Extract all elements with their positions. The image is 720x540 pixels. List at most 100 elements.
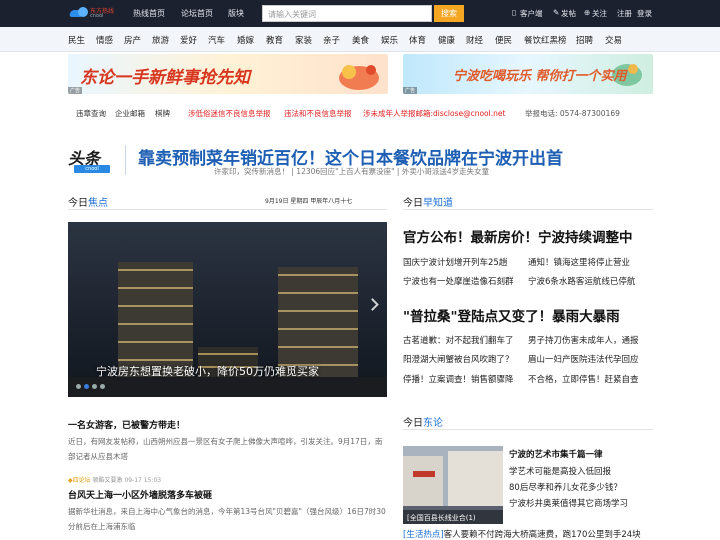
- carousel-caption[interactable]: 宁波房东想置换老破小，降价50万仍难觅买家: [96, 363, 319, 379]
- follow-link[interactable]: 关注: [592, 8, 607, 19]
- news-link[interactable]: 宁波也有一处摩崖造像石刻群: [403, 275, 514, 287]
- news-link[interactable]: 通知！镇海这里将停止营业: [528, 256, 630, 268]
- search-button[interactable]: 搜索: [434, 5, 464, 22]
- today-date: 9月19日 星期四 甲辰年八月十七: [265, 198, 353, 205]
- cat-item[interactable]: 汽车: [208, 34, 225, 46]
- cat-item[interactable]: 交易: [605, 34, 622, 46]
- story-desc: 近日，有网友发帖称，山西朔州应县一景区有女子爬上佛像大声喧哗，引发关注。9月17…: [68, 437, 383, 461]
- cat-item[interactable]: 教育: [266, 34, 283, 46]
- cat-item[interactable]: 家装: [295, 34, 312, 46]
- logo-sub: cnool: [90, 13, 104, 19]
- news-link[interactable]: 宁波6条水路客运航线已停航: [528, 275, 635, 287]
- notice-row: 违章查询 企业邮箱 棋牌 涉低俗迷信不良信息举报 违法和不良信息举报 涉未成年人…: [68, 106, 653, 120]
- news-link[interactable]: 国庆宁波计划增开列车25趟: [403, 256, 507, 268]
- login-link[interactable]: 登录: [637, 8, 652, 19]
- post-link[interactable]: 发帖: [561, 8, 576, 19]
- cat-item[interactable]: 婚嫁: [237, 34, 254, 46]
- cat-item[interactable]: 健康: [438, 34, 455, 46]
- site-logo[interactable]: 东方热线 cnool: [68, 5, 118, 21]
- cat-item[interactable]: 娱乐: [381, 34, 398, 46]
- know-lead-title[interactable]: "普拉桑"登陆点又变了！暴雨大暴雨: [403, 305, 620, 325]
- toutiao-sub: cnool: [74, 165, 110, 173]
- hot-topic-text[interactable]: 客人要赖不付跨海大桥高速费，跑170公里到手24块: [444, 530, 641, 540]
- ad-tag: 广告: [68, 87, 83, 94]
- client-link[interactable]: 客户端: [520, 8, 543, 19]
- nav-home[interactable]: 热线首页: [133, 8, 165, 19]
- cat-item[interactable]: 民生: [68, 34, 85, 46]
- search-input[interactable]: 请输入关键词: [262, 5, 432, 22]
- donglun-item[interactable]: 宁波杉井奥莱值得其它商场学习: [509, 497, 628, 509]
- know-lead-title[interactable]: 官方公布！最新房价！宁波持续调整中: [403, 226, 633, 246]
- ad-banner-left[interactable]: 东论一手新鲜事抢先知 广告: [68, 54, 388, 94]
- carousel-dot[interactable]: [92, 384, 97, 389]
- carousel-dot[interactable]: [76, 384, 81, 389]
- cat-item[interactable]: 财经: [466, 34, 483, 46]
- cat-item[interactable]: 爱好: [180, 34, 197, 46]
- cat-item[interactable]: 情感: [96, 34, 113, 46]
- know-header: 今日早知道: [403, 192, 653, 210]
- donglun-title[interactable]: 宁波的艺术市集千篇一律: [509, 448, 603, 460]
- news-row: 停播！立案调查！销售额骤降 不合格，立即停售！赶紧自查: [403, 373, 653, 387]
- cat-item[interactable]: 餐饮红黑榜: [524, 34, 567, 46]
- toutiao-logo: 头条 cnool: [68, 145, 110, 175]
- nav-forum-home[interactable]: 论坛首页: [181, 8, 213, 19]
- notice-link[interactable]: 棋牌: [155, 108, 170, 119]
- cat-item[interactable]: 旅游: [152, 34, 169, 46]
- story-meta: ◆四论坛 顿酷又要激 09-17 15:03: [68, 475, 161, 484]
- news-row: 阳澄湖大闸蟹被台风吹跑了？ 眉山一妇产医院违法代孕回应: [403, 353, 653, 367]
- report-link[interactable]: 涉低俗迷信不良信息举报: [188, 108, 271, 119]
- news-link[interactable]: 阳澄湖大闸蟹被台风吹跑了？: [403, 353, 514, 365]
- donglun-image[interactable]: [全国百县长线业合(1): [403, 446, 503, 524]
- donglun-heading: 今日东论: [403, 414, 443, 429]
- ad-tag: 广告: [403, 87, 418, 94]
- news-link[interactable]: 不合格，立即停售！赶紧自查: [528, 373, 639, 385]
- news-link[interactable]: 停播！立案调查！销售额骤降: [403, 373, 514, 385]
- know-heading-a: 今日: [403, 198, 423, 209]
- news-link[interactable]: 眉山一妇产医院违法代孕回应: [528, 353, 639, 365]
- banner-right-text: 宁波吃喝玩乐 帮你打一个实用: [453, 69, 627, 84]
- logo-mark-dot: [78, 7, 88, 17]
- donglun-heading-a: 今日: [403, 418, 423, 429]
- cat-item[interactable]: 体育: [409, 34, 426, 46]
- carousel-dot[interactable]: [100, 384, 105, 389]
- follow-icon: ⊕: [584, 8, 591, 17]
- ad-banner-right[interactable]: 宁波吃喝玩乐 帮你打一个实用 广告: [403, 54, 653, 94]
- know-heading: 今日早知道: [403, 194, 453, 209]
- notice-link[interactable]: 违章查询: [76, 108, 106, 119]
- donglun-item[interactable]: 80后尽孝和养儿女花多少钱？: [509, 481, 622, 493]
- forum-tag[interactable]: ◆四论坛: [68, 477, 91, 484]
- cat-item[interactable]: 美食: [352, 34, 369, 46]
- phone-icon: ▯: [512, 8, 517, 17]
- focus-heading: 今日焦点: [68, 194, 108, 209]
- nav-boards[interactable]: 版块: [228, 8, 244, 19]
- donglun-item[interactable]: 学艺术可能是高投入低回报: [509, 465, 611, 477]
- cat-item[interactable]: 招聘: [576, 34, 593, 46]
- pen-icon: ✎: [553, 8, 560, 17]
- story-title[interactable]: 一名女游客，已被警方带走！: [68, 418, 185, 431]
- report-email-link[interactable]: 涉未成年人举报邮箱:disclose@cnool.net: [363, 108, 505, 119]
- focus-heading-a: 今日: [68, 198, 88, 209]
- report-link[interactable]: 违法和不良信息举报: [284, 108, 352, 119]
- donglun-heading-b: 东论: [423, 418, 443, 429]
- register-link[interactable]: 注册: [617, 8, 632, 19]
- notice-link[interactable]: 企业邮箱: [115, 108, 145, 119]
- cat-item[interactable]: 房产: [124, 34, 141, 46]
- cat-item[interactable]: 亲子: [323, 34, 340, 46]
- news-link[interactable]: 古茗道歉：对不起我们翻车了: [403, 334, 514, 346]
- headline-subtitle[interactable]: 许家印，突传新消息！ | 12306回应"上百人有票没座" | 外卖小哥派送4岁…: [214, 166, 489, 177]
- top-bar: 东方热线 cnool 热线首页 论坛首页 版块 请输入关键词 搜索 ▯ 客户端 …: [0, 0, 720, 27]
- focus-carousel[interactable]: 宁波房东想置换老破小，降价50万仍难觅买家: [68, 222, 387, 397]
- focus-heading-b: 焦点: [88, 198, 108, 209]
- story-title[interactable]: 台风天上海一小区外墙脱落多车被砸: [68, 488, 212, 501]
- divider: [125, 145, 126, 175]
- hot-topic-tag[interactable]: [生活热点]: [403, 530, 444, 540]
- carousel-dot[interactable]: [84, 384, 89, 389]
- carousel-dots: [76, 382, 108, 392]
- hot-topic-line: [生活热点]客人要赖不付跨海大桥高速费，跑170公里到手24块: [403, 528, 641, 540]
- news-row: 宁波也有一处摩崖造像石刻群 宁波6条水路客运航线已停航: [403, 275, 653, 289]
- cat-item[interactable]: 便民: [495, 34, 512, 46]
- category-nav: 民生 情感 房产 旅游 爱好 汽车 婚嫁 教育 家装 亲子 美食 娱乐 体育 健…: [0, 27, 720, 52]
- news-row: 古茗道歉：对不起我们翻车了 男子持刀伤害未成年人，通报: [403, 334, 653, 348]
- story-desc: 据新华社消息，来自上海中心气象台的消息，今年第13号台风"贝碧嘉"（强台风级）1…: [68, 507, 386, 531]
- news-link[interactable]: 男子持刀伤害未成年人，通报: [528, 334, 639, 346]
